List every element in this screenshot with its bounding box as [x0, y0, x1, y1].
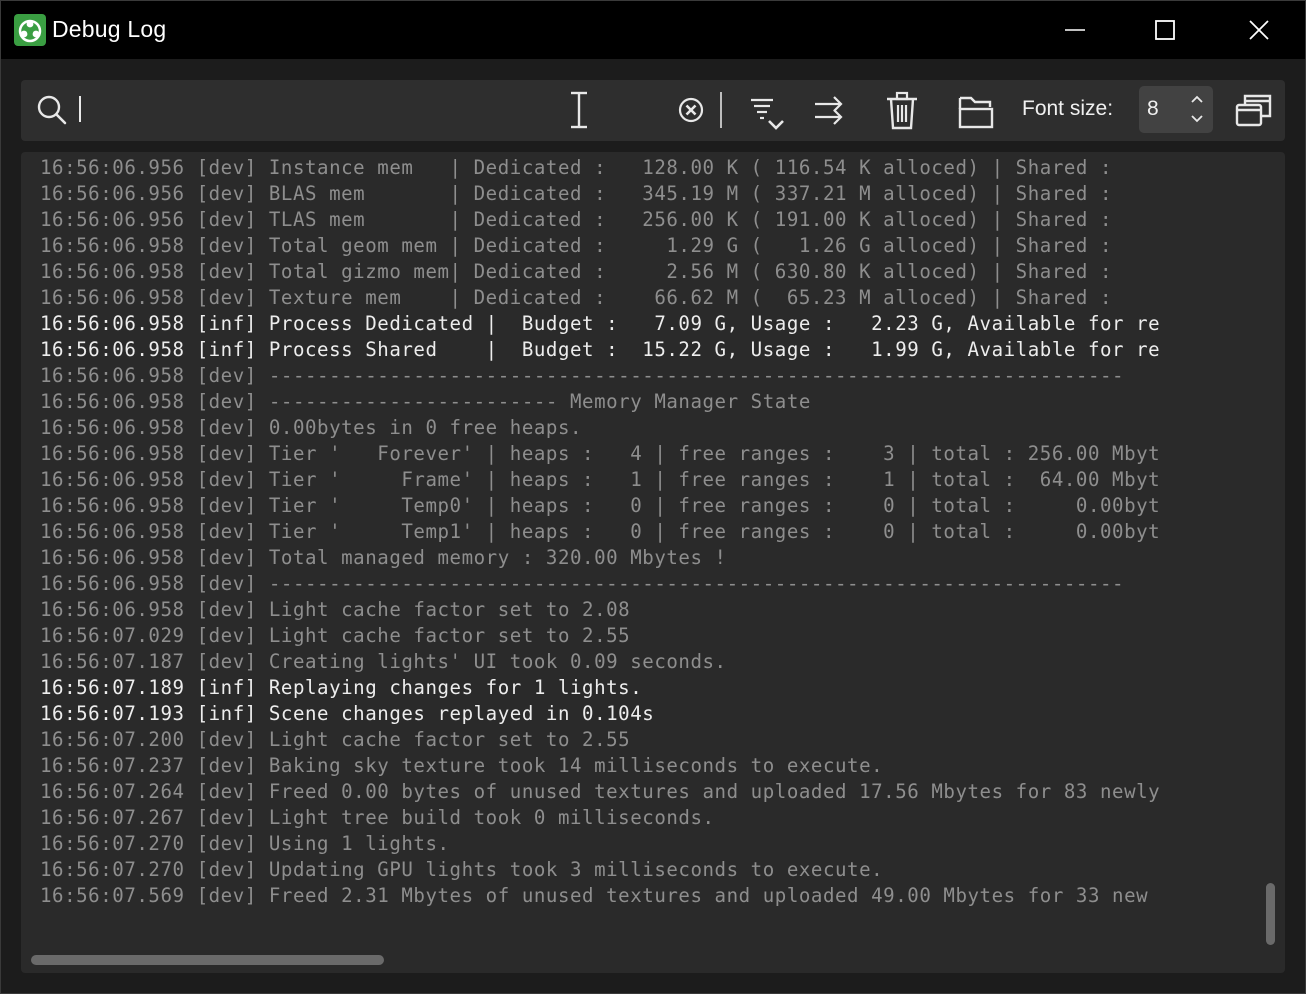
maximize-icon	[1155, 20, 1175, 40]
log-line: 16:56:07.237 [dev] Baking sky texture to…	[40, 754, 884, 777]
toolbar-separator	[720, 92, 722, 128]
log-line: 16:56:07.267 [dev] Light tree build took…	[40, 806, 715, 829]
log-line: 16:56:07.270 [dev] Updating GPU lights t…	[40, 858, 884, 881]
log-line: 16:56:06.958 [dev] Tier ' Temp1' | heaps…	[40, 520, 1161, 543]
clear-search-button[interactable]	[675, 94, 707, 126]
minimize-icon	[1065, 29, 1085, 31]
window-title: Debug Log	[52, 16, 167, 42]
log-line: 16:56:07.264 [dev] Freed 0.00 bytes of u…	[40, 780, 1161, 803]
detach-window-button[interactable]	[1233, 90, 1275, 130]
log-line: 16:56:06.958 [dev] Tier ' Frame' | heaps…	[40, 468, 1161, 491]
close-button[interactable]	[1213, 1, 1305, 59]
font-size-stepper[interactable]: 8	[1139, 86, 1213, 133]
log-line: 16:56:07.569 [dev] Freed 2.31 Mbytes of …	[40, 884, 1149, 907]
text-caret	[79, 96, 81, 122]
log-line: 16:56:06.958 [dev] Light cache factor se…	[40, 598, 631, 621]
font-size-increase-button[interactable]	[1187, 90, 1207, 108]
search-input[interactable]	[77, 91, 547, 129]
filter-icon	[751, 98, 784, 130]
log-line: 16:56:06.958 [dev] Texture mem | Dedicat…	[40, 286, 1113, 309]
log-line: 16:56:06.958 [dev] Total gizmo mem| Dedi…	[40, 260, 1113, 283]
log-line: 16:56:06.958 [inf] Process Dedicated | B…	[40, 312, 1161, 335]
clear-search-icon	[678, 97, 704, 123]
log-line: 16:56:06.958 [dev] Tier ' Temp0' | heaps…	[40, 494, 1161, 517]
detach-window-icon	[1235, 94, 1272, 127]
log-line: 16:56:07.200 [dev] Light cache factor se…	[40, 728, 631, 751]
word-wrap-icon	[815, 96, 843, 125]
app-logo-icon	[14, 14, 46, 46]
font-size-value[interactable]: 8	[1147, 97, 1159, 121]
vertical-scrollbar-thumb[interactable]	[1266, 883, 1275, 945]
toolbar: Font size: 8	[21, 80, 1285, 141]
log-line: 16:56:06.958 [dev] Tier ' Forever' | hea…	[40, 442, 1161, 465]
font-size-label: Font size:	[1022, 97, 1114, 120]
log-line: 16:56:07.029 [dev] Light cache factor se…	[40, 624, 631, 647]
horizontal-scrollbar-thumb[interactable]	[31, 955, 384, 965]
chevron-up-icon	[1191, 95, 1203, 103]
debug-log-window: Debug Log Font size: 8 16:56:06.956 [dev…	[0, 0, 1306, 994]
log-line: 16:56:07.193 [inf] Scene changes replaye…	[40, 702, 655, 725]
log-line: 16:56:06.958 [dev] Total managed memory …	[40, 546, 727, 569]
text-cursor-icon	[565, 90, 593, 130]
log-line: 16:56:07.187 [dev] Creating lights' UI t…	[40, 650, 727, 673]
open-folder-icon	[958, 96, 994, 129]
maximize-button[interactable]	[1119, 1, 1211, 59]
minimize-button[interactable]	[1029, 1, 1121, 59]
log-line: 16:56:06.958 [dev] ---------------------…	[40, 572, 1125, 595]
font-size-decrease-button[interactable]	[1187, 110, 1207, 128]
delete-icon	[887, 91, 917, 130]
log-line: 16:56:06.958 [inf] Process Shared | Budg…	[40, 338, 1161, 361]
word-wrap-button[interactable]	[811, 93, 847, 127]
clear-log-button[interactable]	[883, 91, 921, 131]
log-line: 16:56:06.958 [dev] Total geom mem | Dedi…	[40, 234, 1113, 257]
chevron-down-icon	[1191, 115, 1203, 123]
open-folder-button[interactable]	[957, 92, 997, 130]
search-icon	[35, 93, 69, 127]
log-line: 16:56:06.956 [dev] BLAS mem | Dedicated …	[40, 182, 1113, 205]
log-line: 16:56:06.956 [dev] TLAS mem | Dedicated …	[40, 208, 1113, 231]
log-line: 16:56:06.958 [dev] ---------------------…	[40, 390, 811, 413]
log-panel[interactable]: 16:56:06.956 [dev] Instance mem | Dedica…	[21, 152, 1285, 973]
log-line: 16:56:06.958 [dev] ---------------------…	[40, 364, 1125, 387]
log-line: 16:56:06.958 [dev] 0.00bytes in 0 free h…	[40, 416, 583, 439]
log-line: 16:56:06.956 [dev] Instance mem | Dedica…	[40, 156, 1113, 179]
title-bar[interactable]: Debug Log	[1, 1, 1305, 59]
log-line: 16:56:07.270 [dev] Using 1 lights.	[40, 832, 450, 855]
log-list[interactable]: 16:56:06.956 [dev] Instance mem | Dedica…	[40, 155, 1256, 915]
filter-button[interactable]	[745, 92, 789, 136]
close-icon	[1249, 20, 1269, 40]
log-line: 16:56:07.189 [inf] Replaying changes for…	[40, 676, 643, 699]
